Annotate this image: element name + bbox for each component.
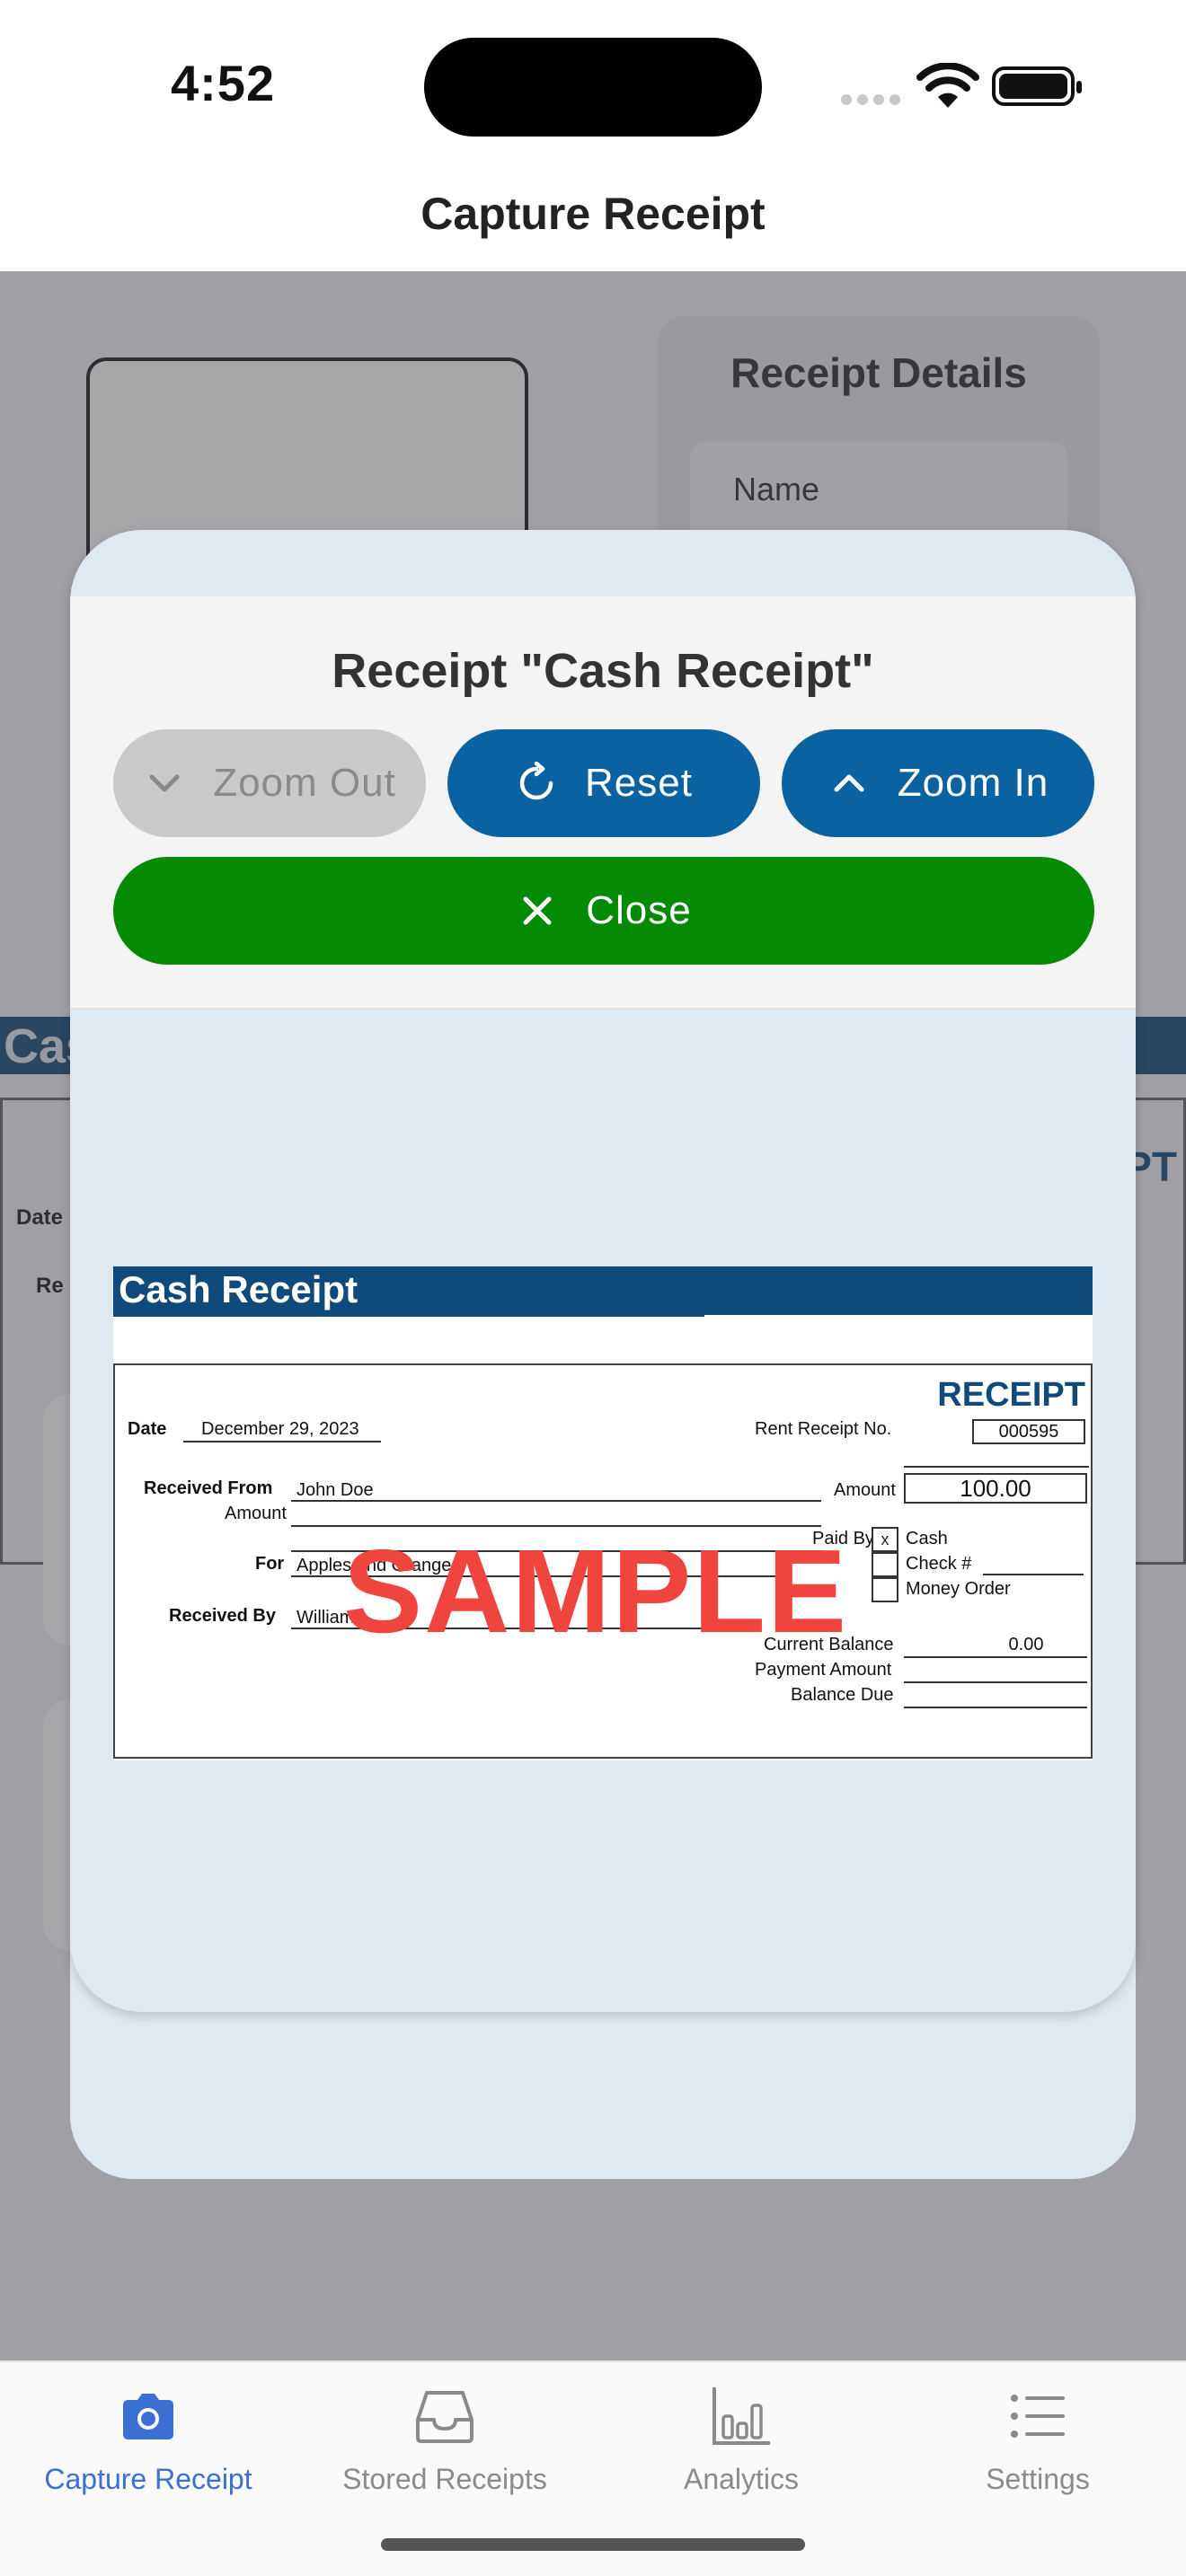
balance-due-line [904, 1707, 1087, 1708]
receipt-header-band: Cash Receipt [113, 1266, 1093, 1315]
tab-analytics[interactable]: Analytics [593, 2384, 890, 2496]
refresh-icon [519, 762, 553, 800]
camera-icon [123, 2394, 173, 2439]
chevron-down-icon [149, 774, 180, 792]
payment-amount-label: Payment Amount [755, 1660, 892, 1680]
date-value: December 29, 2023 [201, 1419, 359, 1439]
close-icon [523, 896, 552, 925]
modal-title: Receipt "Cash Receipt" [332, 644, 874, 698]
battery-icon [992, 66, 1082, 106]
home-indicator[interactable] [381, 2538, 805, 2551]
tab-label: Stored Receipts [342, 2463, 547, 2495]
payment-amount-line [904, 1681, 1087, 1683]
received-from-value: John Doe [296, 1480, 374, 1500]
receipt-header-title: Cash Receipt [119, 1268, 358, 1310]
received-from-line [291, 1500, 821, 1502]
receipt-rule [904, 1466, 1089, 1468]
zoom-out-button[interactable]: Zoom Out [113, 729, 426, 837]
received-by-label: Received By [169, 1606, 276, 1626]
paid-by-money-order-label: Money Order [906, 1579, 1011, 1599]
inbox-tray-icon [416, 2391, 474, 2443]
amount-label: Amount [834, 1480, 896, 1500]
paid-by-cash-checkbox: x [872, 1527, 898, 1552]
cellular-signal-icon [841, 93, 906, 110]
current-balance-value: 0.00 [1008, 1635, 1044, 1654]
receipt-header-rule [113, 1315, 704, 1317]
paid-by-check-checkbox [872, 1552, 898, 1577]
rent-receipt-no-value: 000595 [972, 1419, 1085, 1444]
receipt-form: RECEIPT Date December 29, 2023 Received … [113, 1363, 1093, 1759]
tab-label: Capture Receipt [44, 2463, 252, 2495]
rent-receipt-no-label: Rent Receipt No. [755, 1419, 892, 1439]
tab-settings[interactable]: Settings [890, 2384, 1186, 2496]
list-icon [1011, 2395, 1065, 2438]
paid-by-money-order-checkbox [872, 1577, 898, 1602]
check-number-line [983, 1574, 1084, 1575]
amount-value: 100.00 [904, 1473, 1087, 1504]
date-label: Date [128, 1419, 167, 1439]
sample-watermark: SAMPLE [343, 1525, 849, 1657]
dynamic-island [424, 38, 762, 137]
reset-label: Reset [585, 761, 693, 805]
receipt-image[interactable]: Cash Receipt RECEIPT Date December 29, 2… [113, 1266, 1093, 1760]
received-from-label: Received From [144, 1478, 273, 1498]
paid-by-check-label: Check # [906, 1554, 972, 1574]
zoom-out-label: Zoom Out [213, 761, 396, 805]
zoom-in-button[interactable]: Zoom In [782, 729, 1094, 837]
tab-stored-receipts[interactable]: Stored Receipts [296, 2384, 593, 2496]
for-label: For [255, 1554, 285, 1574]
tab-capture-receipt[interactable]: Capture Receipt [0, 2384, 296, 2496]
status-time: 4:52 [171, 55, 276, 111]
page-title: Capture Receipt [420, 189, 766, 239]
close-button[interactable]: Close [113, 857, 1094, 965]
status-bar: 4:52 [0, 0, 1186, 171]
close-label: Close [586, 888, 692, 932]
nav-header: Capture Receipt [0, 171, 1186, 271]
reset-button[interactable]: Reset [447, 729, 760, 837]
tab-label: Analytics [683, 2463, 800, 2495]
receipt-word: RECEIPT [937, 1376, 1085, 1414]
receipt-viewer-modal: Receipt "Cash Receipt" Zoom Out Reset Zo… [70, 530, 1136, 2012]
paid-by-cash-label: Cash [906, 1529, 948, 1548]
amount-words-label: Amount [225, 1504, 287, 1523]
wifi-icon [916, 63, 979, 108]
balance-due-label: Balance Due [791, 1685, 894, 1705]
modal-toolbar: Receipt "Cash Receipt" Zoom Out Reset Zo… [70, 596, 1136, 1010]
tab-label: Settings [986, 2463, 1090, 2495]
bar-chart-icon [712, 2387, 770, 2445]
zoom-in-label: Zoom In [897, 761, 1049, 805]
current-balance-line [904, 1656, 1087, 1658]
date-line [183, 1441, 381, 1442]
chevron-up-icon [834, 774, 864, 792]
